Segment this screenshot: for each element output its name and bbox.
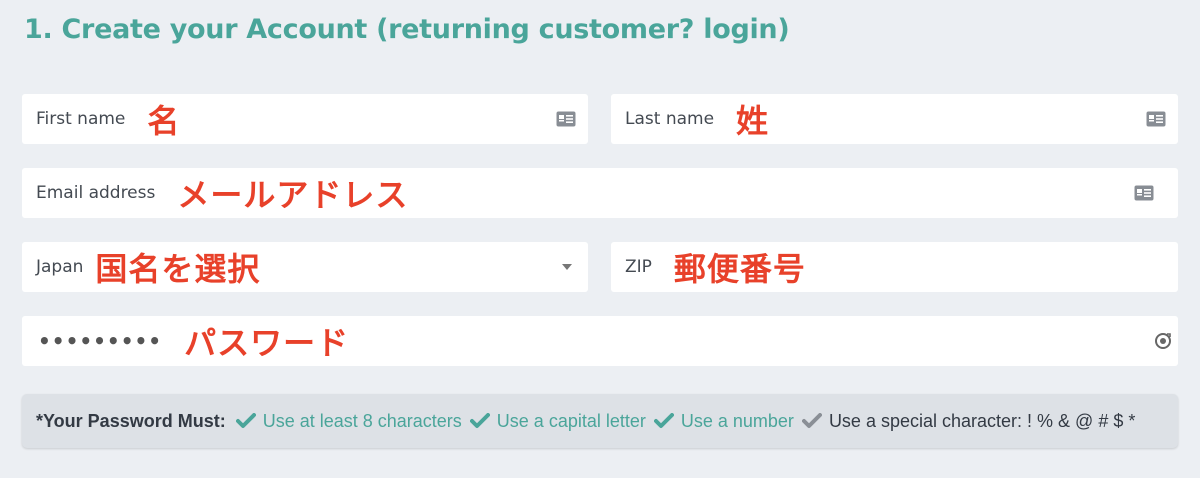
contact-card-icon xyxy=(556,111,576,127)
check-icon xyxy=(469,413,490,429)
heading-suffix: ) xyxy=(777,14,790,45)
contact-card-icon xyxy=(1134,185,1154,201)
contact-card-icon xyxy=(1146,111,1166,127)
rule-text: Use a special character: ! % & @ # $ * xyxy=(828,410,1136,431)
email-annotation: メールアドレス xyxy=(177,176,409,214)
rule-length: Use at least 8 characters xyxy=(235,410,462,432)
rule-text: Use a number xyxy=(680,410,794,431)
section-heading: 1. Create your Account (returning custom… xyxy=(24,14,790,45)
first-name-field[interactable]: First name 名 xyxy=(22,94,588,144)
password-requirements: *Your Password Must: Use at least 8 char… xyxy=(22,394,1178,448)
rule-text: Use at least 8 characters xyxy=(262,410,462,431)
last-name-annotation: 姓 xyxy=(736,102,770,140)
rule-capital: Use a capital letter xyxy=(469,410,646,432)
email-placeholder: Email address xyxy=(36,183,156,203)
rule-number: Use a number xyxy=(653,410,794,432)
check-icon xyxy=(653,413,674,429)
country-select[interactable]: Japan 国名を選択 xyxy=(22,242,588,292)
password-requirements-title: *Your Password Must: xyxy=(36,410,226,431)
first-name-placeholder: First name xyxy=(36,109,126,129)
country-value: Japan xyxy=(36,257,84,277)
zip-field[interactable]: ZIP 郵便番号 xyxy=(611,242,1178,292)
email-field[interactable]: Email address メールアドレス xyxy=(22,168,1178,218)
check-icon xyxy=(235,413,256,429)
country-annotation: 国名を選択 xyxy=(95,250,261,288)
password-value: ••••••••• xyxy=(38,329,163,353)
password-field[interactable]: ••••••••• パスワード xyxy=(22,316,1178,366)
heading-text: 1. Create your Account (returning custom… xyxy=(24,14,704,45)
zip-placeholder: ZIP xyxy=(625,257,652,277)
zip-annotation: 郵便番号 xyxy=(673,250,806,288)
login-link[interactable]: login xyxy=(703,14,777,45)
password-toggle-icon[interactable] xyxy=(1154,332,1172,350)
last-name-field[interactable]: Last name 姓 xyxy=(611,94,1178,144)
last-name-placeholder: Last name xyxy=(625,109,715,129)
rule-text: Use a capital letter xyxy=(496,410,646,431)
first-name-annotation: 名 xyxy=(147,102,181,140)
check-icon xyxy=(801,413,822,429)
rule-special: Use a special character: ! % & @ # $ * xyxy=(801,410,1136,432)
caret-down-icon[interactable] xyxy=(562,264,572,270)
password-annotation: パスワード xyxy=(184,324,350,362)
